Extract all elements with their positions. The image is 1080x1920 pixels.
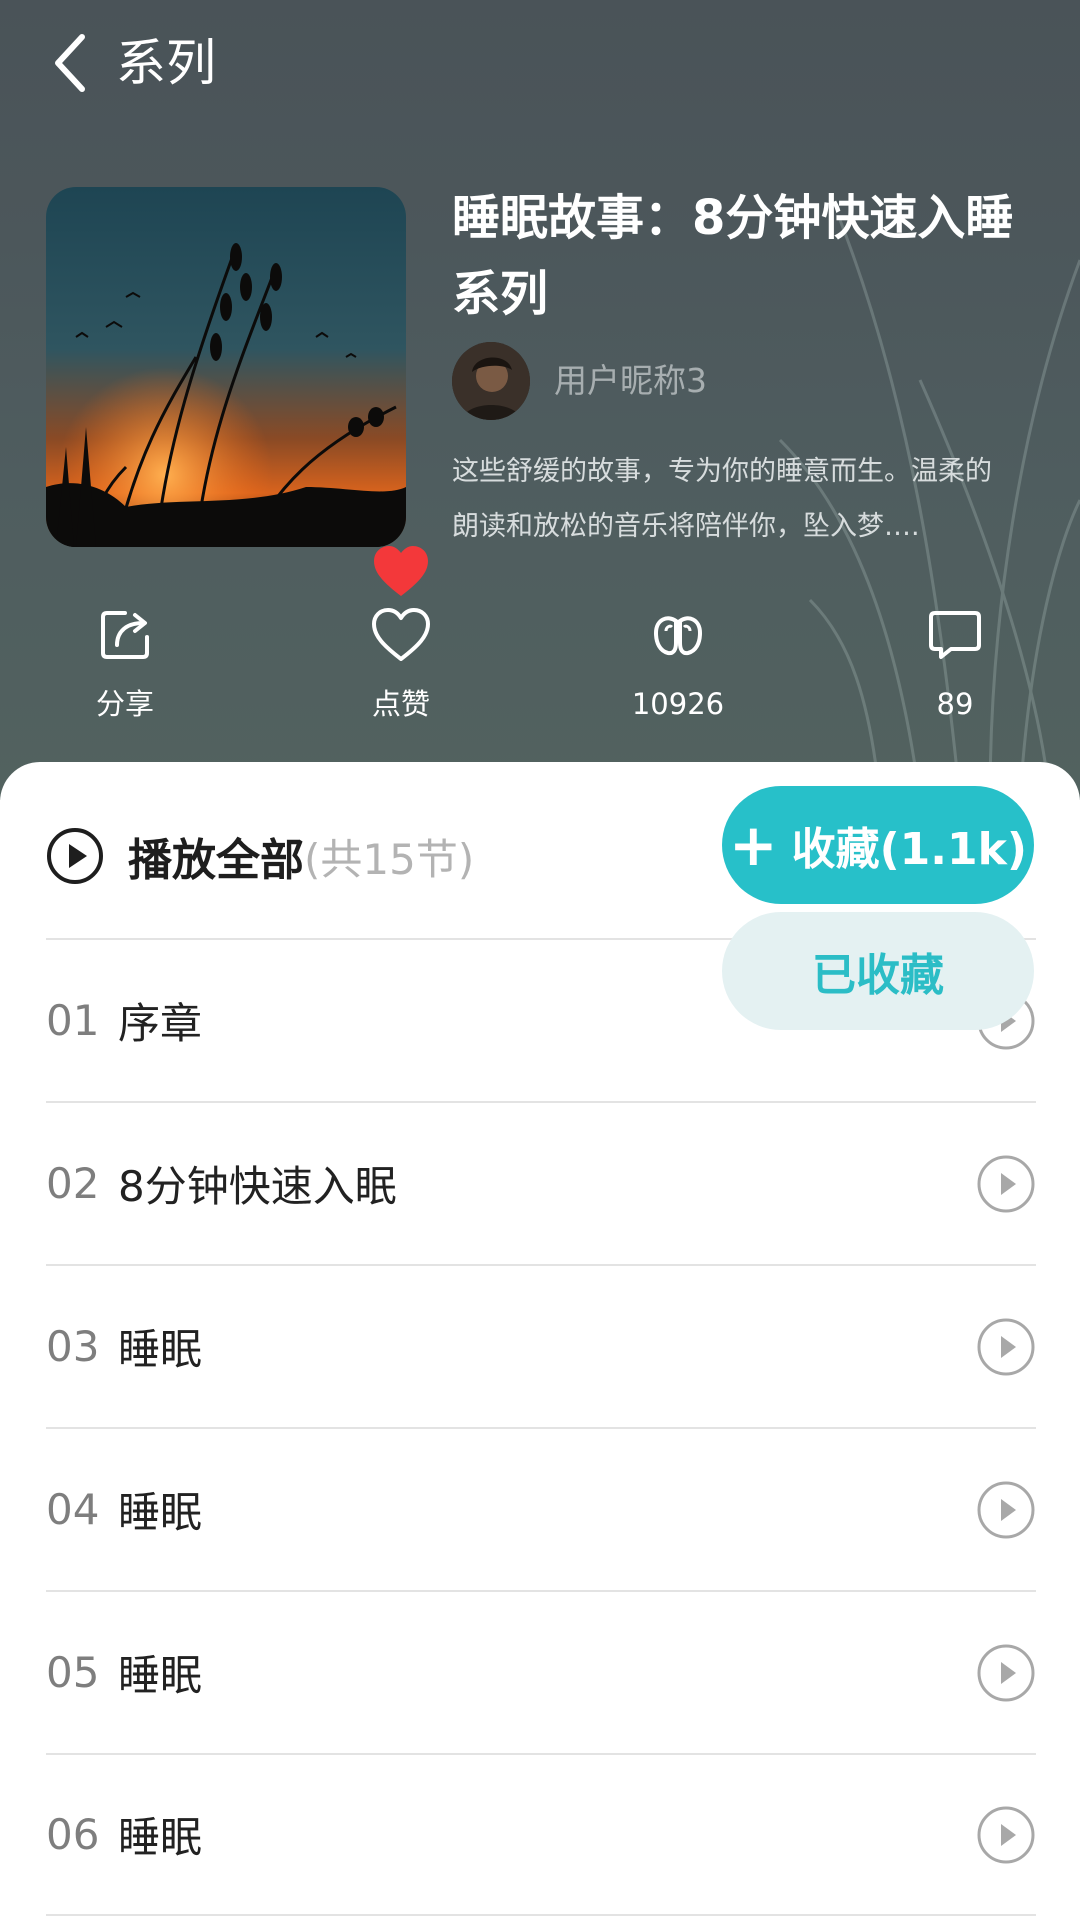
favorited-label: 已收藏	[812, 950, 944, 1001]
track-number: 03	[46, 1322, 100, 1371]
ear-icon	[643, 600, 713, 670]
comment-button[interactable]: 89	[885, 600, 1025, 730]
chevron-left-icon	[55, 34, 85, 92]
track-row[interactable]: 05 睡眠	[46, 1590, 1036, 1753]
top-navigation-bar: 系列	[0, 0, 1080, 130]
track-title: 睡眠	[118, 1813, 203, 1862]
track-number: 02	[46, 1159, 100, 1208]
plus-icon: +	[728, 811, 778, 879]
heart-icon	[366, 600, 436, 670]
play-all-label: 播放全部	[128, 835, 304, 886]
author-name[interactable]: 用户昵称3	[554, 356, 707, 406]
liked-heart-icon	[372, 543, 430, 601]
track-row[interactable]: 02 8分钟快速入眠	[46, 1101, 1036, 1264]
series-description: 这些舒缓的故事，专为你的睡意而生。温柔的朗读和放松的音乐将陪伴你，坠入梦….	[452, 456, 992, 542]
play-circle-icon[interactable]	[976, 1317, 1036, 1377]
track-number: 01	[46, 996, 100, 1045]
track-list: 01 序章 02 8分钟快速入眠 03 睡眠 04 睡眠 05 睡眠 06 睡眠	[46, 938, 1036, 1916]
track-number: 04	[46, 1485, 100, 1534]
favorite-button[interactable]: + 收藏(1.1k)	[722, 786, 1034, 904]
like-button[interactable]: 点赞	[331, 600, 471, 730]
author-avatar[interactable]	[452, 342, 530, 420]
back-button[interactable]	[40, 28, 100, 98]
play-circle-icon	[47, 828, 103, 884]
like-label: 点赞	[371, 687, 430, 721]
action-bar: 分享 点赞 10926 89	[0, 600, 1080, 740]
listen-count: 10926	[608, 600, 748, 730]
track-title: 睡眠	[118, 1651, 203, 1700]
track-list-panel: 播放全部 (共15节) + 收藏(1.1k) 已收藏 01 序章 02 8分钟快…	[0, 762, 1080, 1920]
listen-count-value: 10926	[631, 687, 725, 721]
share-label: 分享	[95, 687, 154, 721]
track-title: 序章	[118, 999, 203, 1048]
track-title: 睡眠	[118, 1488, 203, 1537]
series-cover-image	[46, 187, 406, 547]
play-circle-icon[interactable]	[976, 1480, 1036, 1540]
play-all-button[interactable]: 播放全部 (共15节)	[46, 816, 474, 896]
episode-count: (共15节)	[304, 834, 475, 884]
track-row[interactable]: 04 睡眠	[46, 1427, 1036, 1590]
track-row[interactable]: 03 睡眠	[46, 1264, 1036, 1427]
share-icon	[90, 600, 160, 670]
play-circle-icon[interactable]	[976, 1805, 1036, 1865]
play-circle-icon[interactable]	[976, 1643, 1036, 1703]
track-title: 睡眠	[118, 1325, 203, 1374]
favorite-label: 收藏(1.1k)	[791, 824, 1028, 875]
series-title: 睡眠故事：8分钟快速入睡系列	[452, 190, 1014, 322]
comment-count: 89	[936, 687, 974, 721]
share-button[interactable]: 分享	[55, 600, 195, 730]
play-circle-icon[interactable]	[976, 1154, 1036, 1214]
favorited-button[interactable]: 已收藏	[722, 912, 1034, 1030]
comment-icon	[920, 600, 990, 670]
track-number: 05	[46, 1648, 100, 1697]
page-title: 系列	[116, 34, 216, 92]
track-row[interactable]: 06 睡眠	[46, 1753, 1036, 1916]
track-title: 8分钟快速入眠	[118, 1162, 397, 1211]
track-number: 06	[46, 1810, 100, 1859]
